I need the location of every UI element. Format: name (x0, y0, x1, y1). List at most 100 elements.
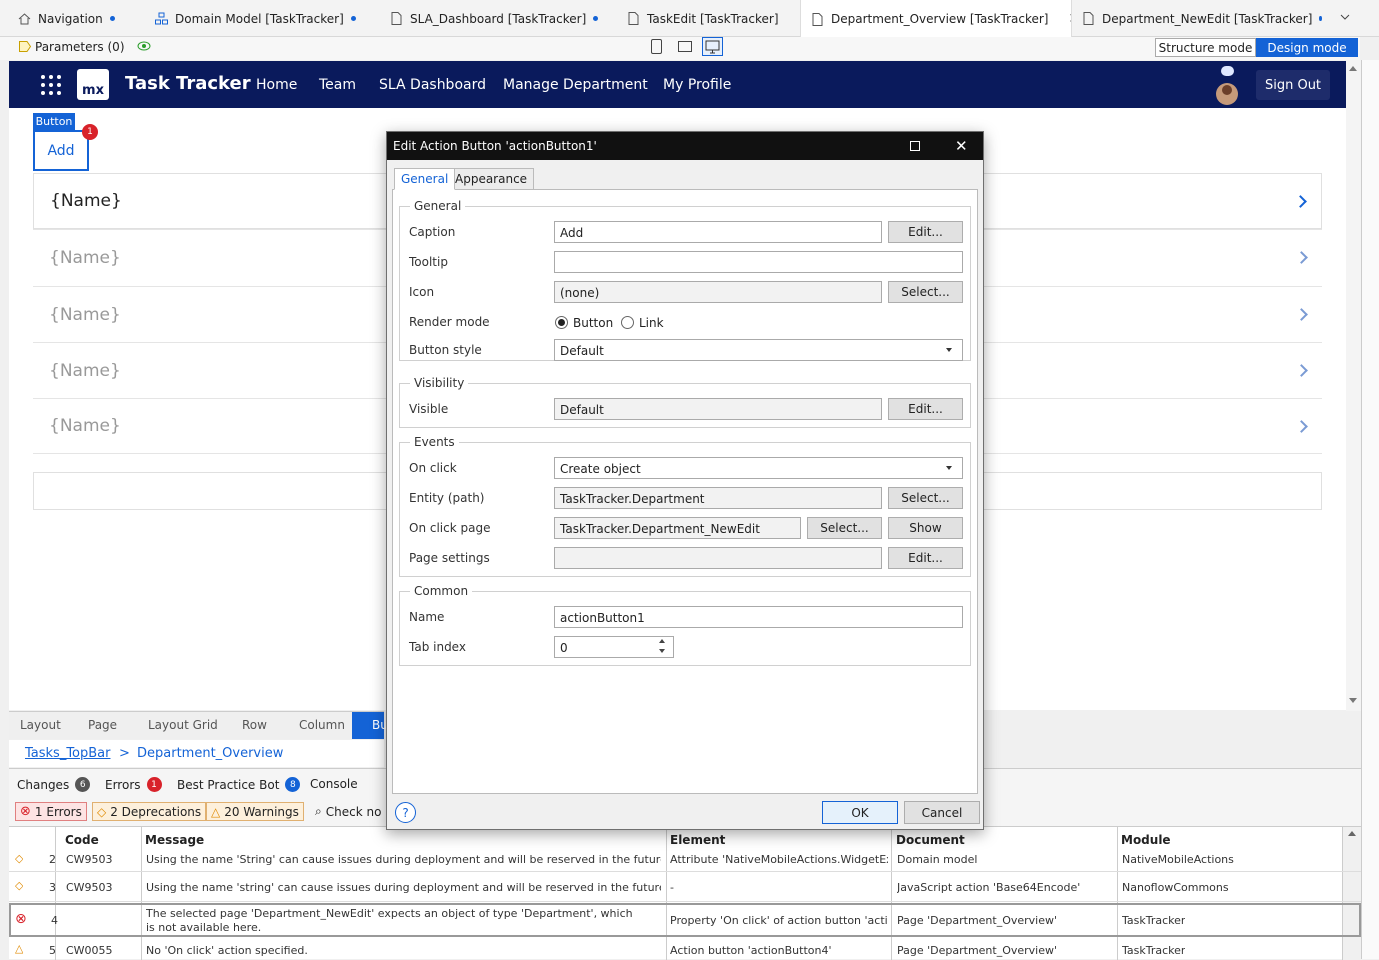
chevron-right-icon (1295, 251, 1308, 264)
parameters-label[interactable]: Parameters (0) (35, 40, 125, 54)
tab-navigation[interactable]: Navigation (18, 0, 138, 37)
close-icon[interactable]: ✕ (955, 137, 968, 155)
column-header-code[interactable]: Code (65, 833, 99, 847)
column-header-element[interactable]: Element (670, 833, 725, 847)
dialog-title-bar[interactable]: Edit Action Button 'actionButton1' ✕ (387, 132, 983, 160)
stepper-down-icon[interactable] (659, 649, 665, 653)
chevron-down-icon[interactable] (1339, 11, 1351, 23)
structure-mode-button[interactable]: Structure mode (1155, 38, 1256, 57)
home-icon (18, 12, 31, 25)
entity-label: Entity (path) (409, 491, 485, 505)
sign-out-button[interactable]: Sign Out (1256, 70, 1330, 100)
render-mode-link-radio[interactable] (621, 316, 634, 329)
table-row-selected[interactable]: ⊗ 4 The selected page 'Department_NewEdi… (9, 903, 1361, 937)
column-header-document[interactable]: Document (896, 833, 965, 847)
tab-appearance[interactable]: Appearance (448, 168, 535, 190)
desktop-view-icon[interactable] (702, 37, 723, 56)
tab-general[interactable]: General (394, 168, 456, 190)
help-button[interactable]: ? (395, 802, 416, 823)
column-header-module[interactable]: Module (1121, 833, 1171, 847)
render-mode-button-label: Button (573, 316, 614, 330)
caption-edit-button[interactable]: Edit... (888, 221, 963, 243)
column-header-message[interactable]: Message (145, 833, 204, 847)
tab-index-stepper[interactable]: 0 (554, 636, 674, 658)
crumb-row[interactable]: Row (242, 718, 267, 732)
warning-icon: △ (15, 942, 24, 955)
nav-home[interactable]: Home (256, 77, 297, 93)
tab-department-overview[interactable]: Department_Overview [TaskTracker] ✕ (800, 0, 1072, 38)
visible-edit-button[interactable]: Edit... (888, 398, 963, 420)
layout-link[interactable]: Tasks_TopBar (25, 746, 111, 761)
dialog-body: General Caption Add Edit... Tooltip Icon… (392, 189, 978, 794)
add-button[interactable]: Add (33, 130, 89, 171)
tab-sla-dashboard[interactable]: SLA_Dashboard [TaskTracker] (390, 0, 605, 37)
table-row[interactable]: △ 5 CW0055 No 'On click' action specifie… (9, 939, 1361, 960)
visible-field[interactable]: Default (554, 398, 882, 420)
nav-team[interactable]: Team (319, 77, 356, 93)
on-click-select[interactable]: Create object (554, 457, 963, 479)
page-settings-edit-button[interactable]: Edit... (888, 547, 963, 569)
errors-filter[interactable]: ⊗ 1 Errors (15, 802, 87, 821)
ok-button[interactable]: OK (822, 801, 898, 824)
tab-errors[interactable]: Errors 1 (105, 777, 162, 792)
row-module: NanoflowCommons (1122, 881, 1229, 894)
count-badge: 6 (75, 777, 91, 792)
canvas-scrollbar[interactable] (1346, 60, 1361, 711)
eye-icon[interactable] (137, 40, 151, 52)
crumb-page[interactable]: Page (88, 718, 117, 732)
row-element: Action button 'actionButton4' (670, 944, 832, 957)
list-item-name: {Name} (49, 304, 121, 325)
on-click-page-show-button[interactable]: Show (888, 517, 963, 539)
phone-view-icon[interactable] (651, 39, 662, 54)
crumb-column[interactable]: Column (299, 718, 345, 732)
deprecations-filter[interactable]: ◇ 2 Deprecations (92, 802, 207, 821)
row-module: TaskTracker (1122, 914, 1186, 927)
check-now-button[interactable]: ⌕ Check no (311, 802, 385, 821)
page-icon (390, 12, 403, 25)
app-switcher-icon[interactable] (40, 74, 62, 96)
crumb-layout-grid[interactable]: Layout Grid (148, 718, 218, 732)
crumb-layout[interactable]: Layout (20, 718, 61, 732)
on-click-page-select-button[interactable]: Select... (807, 517, 882, 539)
tab-best-practice-bot[interactable]: Best Practice Bot 8 (177, 777, 301, 792)
tablet-view-icon[interactable] (678, 41, 692, 52)
caption-field[interactable]: Add (554, 221, 882, 243)
scroll-up-icon[interactable] (1349, 66, 1357, 71)
table-row[interactable]: ◇ 3 CW9503 Using the name 'string' can c… (9, 873, 1361, 902)
page-link[interactable]: Department_Overview (137, 746, 283, 761)
tab-task-edit[interactable]: TaskEdit [TaskTracker] (627, 0, 792, 37)
tab-department-newedit[interactable]: Department_NewEdit [TaskTracker] (1082, 0, 1322, 37)
entity-field[interactable]: TaskTracker.Department (554, 487, 882, 509)
name-field[interactable]: actionButton1 (554, 606, 963, 628)
page-settings-field[interactable] (554, 547, 882, 569)
crumb-button[interactable]: Bu (352, 712, 388, 739)
tooltip-field[interactable] (554, 251, 963, 273)
nav-sla-dashboard[interactable]: SLA Dashboard (379, 77, 486, 93)
nav-my-profile[interactable]: My Profile (663, 77, 731, 93)
design-mode-button[interactable]: Design mode (1256, 38, 1358, 57)
render-mode-button-radio[interactable] (555, 316, 568, 329)
icon-label: Icon (409, 285, 435, 299)
warnings-filter[interactable]: △ 20 Warnings (206, 802, 304, 821)
icon-field[interactable]: (none) (554, 281, 882, 303)
nav-manage-department[interactable]: Manage Department (503, 77, 648, 93)
maximize-icon[interactable] (910, 141, 920, 151)
table-row[interactable]: ◇ 2 CW9503 Using the name 'String' can c… (9, 851, 1361, 872)
tab-domain-model[interactable]: Domain Model [TaskTracker] (155, 0, 365, 37)
row-element: Attribute 'NativeMobileActions.WidgetEx.… (670, 853, 888, 866)
icon-select-button[interactable]: Select... (888, 281, 963, 303)
tab-console[interactable]: Console (310, 777, 358, 791)
button-style-select[interactable]: Default (554, 339, 963, 361)
tab-label: Department_Overview [TaskTracker] (831, 12, 1049, 26)
cancel-button[interactable]: Cancel (904, 801, 980, 824)
unsaved-dot (109, 16, 115, 21)
scroll-down-icon[interactable] (1349, 698, 1357, 703)
row-element: - (670, 881, 674, 894)
avatar[interactable] (1216, 83, 1238, 105)
close-icon[interactable]: ✕ (1068, 11, 1071, 27)
entity-select-button[interactable]: Select... (888, 487, 963, 509)
tab-changes[interactable]: Changes 6 (17, 777, 91, 792)
on-click-page-field[interactable]: TaskTracker.Department_NewEdit (554, 517, 801, 539)
stepper-up-icon[interactable] (659, 639, 665, 643)
count-badge: 8 (285, 777, 301, 792)
